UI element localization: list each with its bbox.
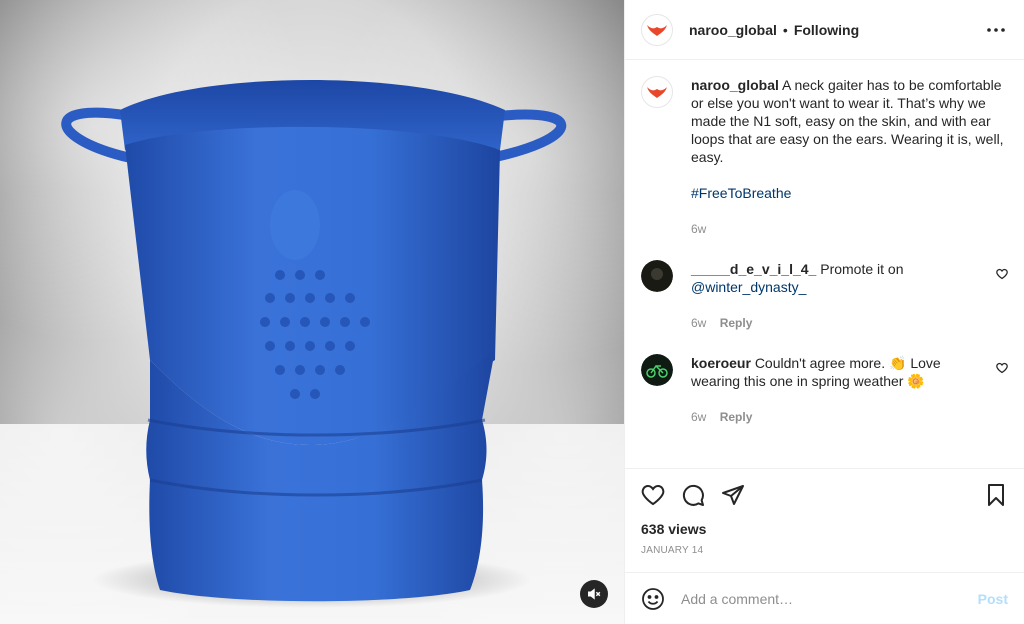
- mute-icon: [588, 588, 601, 600]
- caption: naroo_global A neck gaiter has to be com…: [641, 76, 1008, 238]
- commenter-username[interactable]: koeroeur: [691, 355, 751, 371]
- reply-button[interactable]: Reply: [720, 316, 753, 330]
- comments-section: naroo_global A neck gaiter has to be com…: [625, 60, 1024, 468]
- emoji-icon[interactable]: [641, 587, 665, 611]
- heart-icon[interactable]: [996, 362, 1008, 374]
- post-header: naroo_global • Following: [625, 0, 1024, 60]
- heart-icon[interactable]: [996, 268, 1008, 280]
- comment-item: koeroeur Couldn't agree more. 👏 Love wea…: [641, 354, 1008, 426]
- commenter-username[interactable]: _____d_e_v_i_l_4_: [691, 261, 816, 277]
- share-icon[interactable]: [721, 483, 745, 507]
- post-media[interactable]: [0, 0, 624, 624]
- caption-username[interactable]: naroo_global: [691, 77, 779, 93]
- neck-gaiter-image: [61, 80, 567, 608]
- mute-button[interactable]: [580, 580, 608, 608]
- comment-icon[interactable]: [681, 483, 705, 507]
- comment-age: 6w: [691, 316, 707, 330]
- comment-age: 6w: [691, 410, 707, 424]
- action-bar: 638 views JANUARY 14: [625, 468, 1024, 572]
- commenter-avatar[interactable]: [641, 354, 673, 386]
- author-username[interactable]: naroo_global: [689, 22, 777, 38]
- views-count[interactable]: 638 views: [641, 521, 1008, 537]
- naroo-logo-icon: [647, 24, 667, 36]
- hashtag-link[interactable]: #FreeToBreathe: [691, 184, 1008, 202]
- commenter-avatar[interactable]: [641, 260, 673, 292]
- caption-age: 6w: [691, 222, 707, 236]
- more-options-icon: [987, 27, 1005, 32]
- mention-link[interactable]: @winter_dynasty_: [691, 279, 806, 295]
- comment-composer: Post: [625, 572, 1024, 624]
- comment-item: _____d_e_v_i_l_4_ Promote it on @winter_…: [641, 260, 1008, 332]
- post-button[interactable]: Post: [978, 591, 1008, 607]
- reply-button[interactable]: Reply: [720, 410, 753, 424]
- caption-avatar[interactable]: [641, 76, 673, 108]
- separator-dot: •: [782, 21, 788, 38]
- bookmark-icon[interactable]: [984, 483, 1008, 507]
- comment-text: Promote it on: [820, 261, 904, 277]
- following-button[interactable]: Following: [794, 22, 859, 38]
- more-options-button[interactable]: [984, 18, 1008, 42]
- post-panel: naroo_global • Following naroo_global A …: [624, 0, 1024, 624]
- author-avatar[interactable]: [641, 13, 673, 46]
- heart-icon[interactable]: [641, 483, 665, 507]
- naroo-logo-icon: [647, 87, 667, 98]
- comment-input[interactable]: [681, 590, 978, 607]
- post-date: JANUARY 14: [641, 545, 704, 556]
